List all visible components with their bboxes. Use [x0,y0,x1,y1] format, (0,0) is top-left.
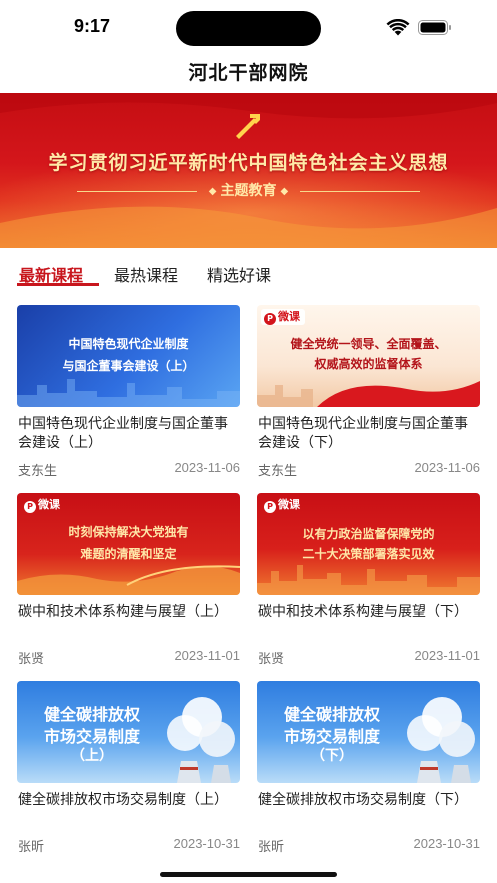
course-card[interactable]: 健全碳排放权 市场交易制度 （下） 健全碳排放权市场交易制度（下） 张昕 202… [257,681,480,861]
course-thumbnail: 健全碳排放权 市场交易制度 （上） [17,681,240,783]
course-author: 支东生 [258,464,298,479]
wifi-icon [386,19,410,36]
course-thumbnail: 健全碳排放权 市场交易制度 （下） [257,681,480,783]
thumbnail-caption-line-2: 难题的清醒和坚定 [80,547,177,561]
tab-hottest[interactable]: 最热课程 [114,262,178,286]
course-author: 支东生 [18,464,58,479]
banner-subtitle: 主题教育 [220,183,277,199]
micro-course-badge: P 微课 [261,497,305,513]
thumbnail-caption-line-1: 健全碳排放权 [43,705,140,724]
thumbnail-caption-line-1: 时刻保持解决大党独有 [68,525,189,539]
diamond-icon: ◆ [280,185,289,197]
thumbnail-skyline [257,565,480,595]
course-date: 2023-11-01 [174,648,240,663]
course-card[interactable]: P 微课 以有力政治监督保障党的 二十大决策部署落实见效 碳中和技术体系构建与展望… [257,493,480,673]
course-date: 2023-11-01 [414,648,480,663]
dynamic-island [176,11,321,46]
course-title: 中国特色现代企业制度与国企董事会建设（下） [258,416,468,451]
banner-title: 学习贯彻习近平新时代中国特色社会主义思想 [48,152,449,174]
home-indicator[interactable] [160,872,337,877]
page-title: 河北干部网院 [188,62,309,84]
course-date: 2023-11-06 [174,460,240,475]
course-author: 张昕 [258,840,285,855]
battery-icon [418,20,451,35]
badge-logo-icon: P [264,501,276,513]
course-title: 中国特色现代企业制度与国企董事会建设（上） [18,416,228,451]
status-bar: 9:17 [0,0,497,52]
thumbnail-caption-line-2: 市场交易制度 [43,727,140,746]
course-card[interactable]: P 微课 时刻保持解决大党独有 难题的清醒和坚定 碳中和技术体系构建与展望（上） … [17,493,240,673]
course-title: 碳中和技术体系构建与展望（上） [18,604,228,620]
banner-divider-right [300,190,421,192]
thumbnail-caption-line-3: （上） [71,748,113,764]
active-tab-indicator [17,283,99,286]
course-author: 张贤 [258,652,285,667]
badge-label: 微课 [278,498,300,511]
micro-course-badge: P 微课 [21,497,65,513]
badge-logo-icon: P [24,501,36,513]
status-time: 9:17 [74,16,111,36]
thumbnail-caption-line-1: 以有力政治监督保障党的 [302,527,435,541]
badge-label: 微课 [38,498,60,511]
badge-logo-icon: P [264,313,276,325]
badge-label: 微课 [278,310,300,323]
thumbnail-caption-line-1: 中国特色现代企业制度 [68,337,189,351]
course-card[interactable]: 中国特色现代企业制度 与国企董事会建设（上） 中国特色现代企业制度与国企董事会建… [17,305,240,485]
party-emblem-icon [236,114,261,139]
course-thumbnail: P 微课 以有力政治监督保障党的 二十大决策部署落实见效 [257,493,480,595]
course-thumbnail: P 微课 时刻保持解决大党独有 难题的清醒和坚定 [17,493,240,595]
course-thumbnail: 中国特色现代企业制度 与国企董事会建设（上） [17,305,240,407]
thumbnail-caption-line-2: 市场交易制度 [283,727,380,746]
course-author: 张昕 [18,840,45,855]
tab-featured[interactable]: 精选好课 [207,262,271,286]
thumbnail-caption-line-2: 二十大决策部署落实见效 [302,547,435,561]
course-date: 2023-10-31 [413,836,481,851]
thumbnail-flag-skyline [257,381,480,407]
thumbnail-caption-line-2: 与国企董事会建设（上） [62,359,195,373]
thumbnail-caption-line-1: 健全党统一领导、全面覆盖、 [290,337,447,351]
thumbnail-caption-line-1: 健全碳排放权 [283,705,380,724]
course-card[interactable]: 健全碳排放权 市场交易制度 （上） 健全碳排放权市场交易制度（上） 张昕 202… [17,681,240,861]
course-thumbnail: P 微课 健全党统一领导、全面覆盖、 权威高效的监督体系 [257,305,480,407]
course-title: 健全碳排放权市场交易制度（下） [258,792,468,808]
micro-course-badge: P 微课 [261,309,305,325]
thumbnail-caption-line-2: 权威高效的监督体系 [314,357,423,371]
thumbnail-caption-line-3: （下） [311,748,353,764]
course-title: 健全碳排放权市场交易制度（上） [18,792,228,808]
course-title: 碳中和技术体系构建与展望（下） [258,604,468,620]
banner-subtitle-row: ◆ 主题教育 ◆ [0,180,497,200]
course-card[interactable]: P 微课 健全党统一领导、全面覆盖、 权威高效的监督体系 中国特色现代企业制度与国… [257,305,480,485]
course-date: 2023-10-31 [173,836,241,851]
course-date: 2023-11-06 [414,460,480,475]
diamond-icon: ◆ [208,185,217,197]
course-author: 张贤 [18,652,45,667]
banner-divider-left [76,190,197,192]
